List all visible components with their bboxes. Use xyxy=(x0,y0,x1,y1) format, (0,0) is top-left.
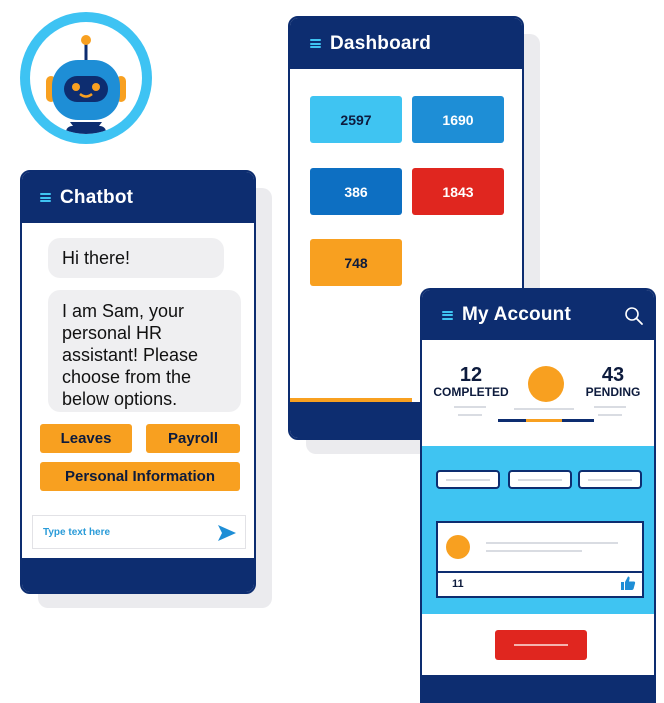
dashboard-header: Dashboard xyxy=(290,18,522,69)
placeholder-line xyxy=(486,542,618,544)
menu-icon[interactable] xyxy=(442,310,453,320)
card-divider xyxy=(438,571,642,573)
chat-input-box xyxy=(32,515,246,549)
filter-pill-2[interactable] xyxy=(508,470,572,489)
chat-message-greeting: Hi there! xyxy=(48,238,224,278)
dashboard-tile-5[interactable]: 748 xyxy=(310,239,402,286)
thumbs-up-icon[interactable] xyxy=(620,575,636,591)
payroll-button[interactable]: Payroll xyxy=(146,424,240,453)
filter-pill-1[interactable] xyxy=(436,470,500,489)
filter-pill-3[interactable] xyxy=(578,470,642,489)
account-title: My Account xyxy=(462,304,571,325)
send-icon[interactable] xyxy=(217,524,237,542)
account-avatar xyxy=(528,366,564,402)
dashboard-tile-4[interactable]: 1843 xyxy=(412,168,504,215)
chat-message-intro: I am Sam, your personal HR assistant! Pl… xyxy=(48,290,241,412)
menu-icon[interactable] xyxy=(40,193,51,202)
personal-information-button[interactable]: Personal Information xyxy=(40,462,240,491)
account-footer xyxy=(422,675,654,703)
account-content-panel: 11 xyxy=(422,446,654,614)
placeholder-line xyxy=(454,406,486,408)
menu-icon[interactable] xyxy=(310,39,321,48)
leaves-button[interactable]: Leaves xyxy=(40,424,132,453)
search-icon[interactable] xyxy=(624,306,644,326)
dashboard-tile-2[interactable]: 1690 xyxy=(412,96,504,143)
completed-count: 12 xyxy=(459,364,483,386)
pending-label: PENDING xyxy=(585,385,641,399)
account-header: My Account xyxy=(422,290,654,340)
profile-tab-underline xyxy=(498,419,594,422)
chatbot-phone: Chatbot Hi there! I am Sam, your persona… xyxy=(20,170,256,594)
dashboard-title: Dashboard xyxy=(330,32,432,54)
post-card[interactable]: 11 xyxy=(436,521,644,598)
pending-count: 43 xyxy=(601,364,625,386)
account-action-button[interactable] xyxy=(495,630,587,660)
placeholder-line xyxy=(594,406,626,408)
chatbot-title: Chatbot xyxy=(60,186,134,208)
post-avatar xyxy=(446,535,470,559)
chatbot-footer xyxy=(22,558,254,592)
dashboard-tile-3[interactable]: 386 xyxy=(310,168,402,215)
chat-text-input[interactable] xyxy=(43,526,203,538)
robot-avatar xyxy=(20,12,152,144)
dashboard-tile-1[interactable]: 2597 xyxy=(310,96,402,143)
completed-label: COMPLETED xyxy=(433,385,509,399)
placeholder-line xyxy=(486,550,582,552)
placeholder-line xyxy=(598,414,622,416)
account-phone: My Account 12 COMPLETED 43 PENDING 11 xyxy=(420,288,656,703)
placeholder-line xyxy=(514,408,574,410)
robot-avatar-icon xyxy=(46,35,126,134)
chatbot-header: Chatbot xyxy=(22,172,254,223)
post-like-count: 11 xyxy=(452,578,464,590)
placeholder-line xyxy=(458,414,482,416)
